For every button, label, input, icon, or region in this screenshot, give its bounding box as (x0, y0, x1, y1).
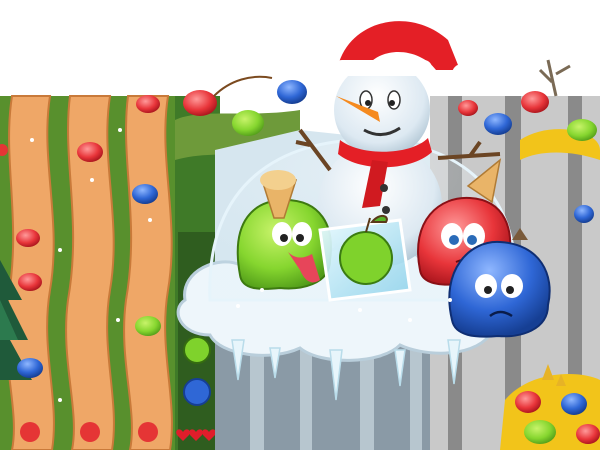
green-blob-character (232, 110, 264, 136)
blue-blob-enemy (484, 113, 512, 135)
green-apple-icon (339, 231, 393, 285)
scene-canvas (0, 21, 600, 450)
red-apple-icon (138, 422, 158, 442)
red-blob-enemy (18, 273, 42, 291)
green-blob-enemy (135, 316, 161, 336)
red-blob-enemy (77, 142, 103, 162)
santa-hat-pompom (452, 64, 472, 84)
game-promo-scene (0, 0, 600, 450)
red-blob-enemy (16, 229, 40, 247)
red-blob-enemy (515, 391, 541, 413)
green-apple-in-ice-cube (318, 215, 412, 302)
blue-blob-enemy (17, 358, 43, 378)
red-blob-enemy (521, 91, 549, 113)
red-blob-enemy (576, 424, 600, 444)
snowman-head (334, 62, 430, 158)
red-apple-icon (80, 422, 100, 442)
blue-blob-enemy (561, 393, 587, 415)
red-apple-icon (20, 422, 40, 442)
blue-apple-icon[interactable] (183, 378, 211, 406)
red-blob-enemy (458, 100, 478, 116)
blue-blob-character (277, 80, 307, 104)
red-blob-enemy (136, 95, 160, 113)
green-blob-enemy (524, 420, 556, 444)
fishing-rod (213, 75, 273, 97)
blue-blob-enemy (574, 205, 594, 223)
green-blob-enemy (567, 119, 597, 141)
blue-blob-enemy (132, 184, 158, 204)
red-blob-character (183, 90, 217, 116)
green-apple-icon[interactable] (183, 336, 211, 364)
